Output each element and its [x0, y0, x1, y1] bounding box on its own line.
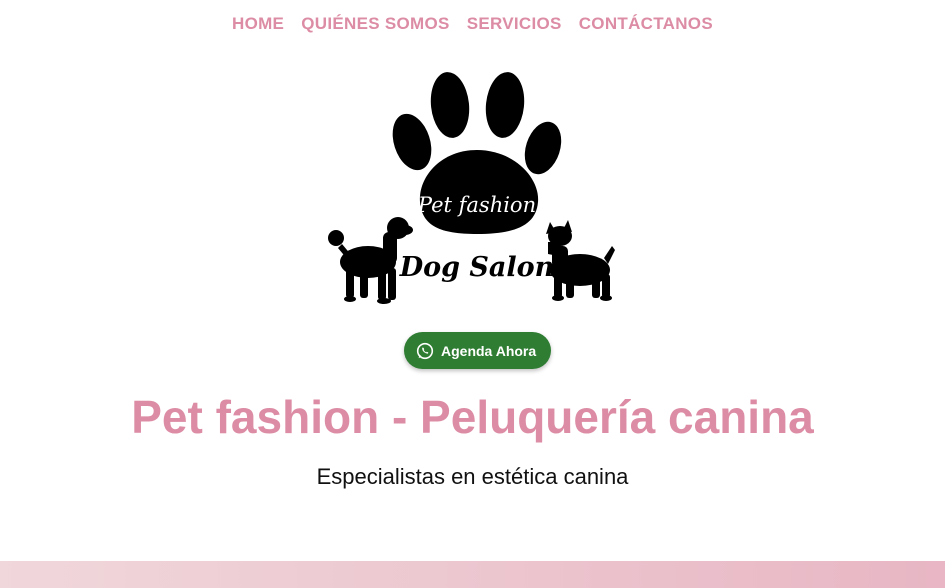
logo-line2: Dog Salon: [399, 252, 555, 283]
agenda-ahora-label: Agenda Ahora: [441, 342, 537, 359]
page: HOME QUIÉNES SOMOS SERVICIOS CONTÁCTANOS…: [0, 0, 945, 588]
hero-title: Pet fashion - Peluquería canina: [131, 391, 814, 443]
nav-servicios-link[interactable]: SERVICIOS: [467, 14, 562, 33]
nav-quienes-somos-link[interactable]: QUIÉNES SOMOS: [301, 14, 449, 33]
logo-line1: Pet fashion: [417, 193, 536, 217]
paw-logo-graphic: Pet fashion Dog Salon: [328, 72, 615, 304]
agenda-ahora-button[interactable]: Agenda Ahora: [404, 332, 551, 369]
paw-toe: [524, 121, 562, 175]
site-logo: Pet fashion Dog Salon: [322, 70, 622, 306]
main-nav: HOME QUIÉNES SOMOS SERVICIOS CONTÁCTANOS: [0, 14, 945, 34]
nav-home-link[interactable]: HOME: [232, 14, 284, 33]
whatsapp-icon: [416, 342, 434, 360]
pink-gradient-band: [0, 561, 945, 588]
paw-toe: [430, 72, 470, 138]
hero-subtitle: Especialistas en estética canina: [316, 464, 629, 489]
schnauzer-silhouette: [546, 220, 615, 301]
paw-toe: [392, 113, 432, 171]
paw-pad: [419, 150, 539, 234]
paw-toe: [485, 72, 525, 138]
nav-contactanos-link[interactable]: CONTÁCTANOS: [579, 14, 713, 33]
